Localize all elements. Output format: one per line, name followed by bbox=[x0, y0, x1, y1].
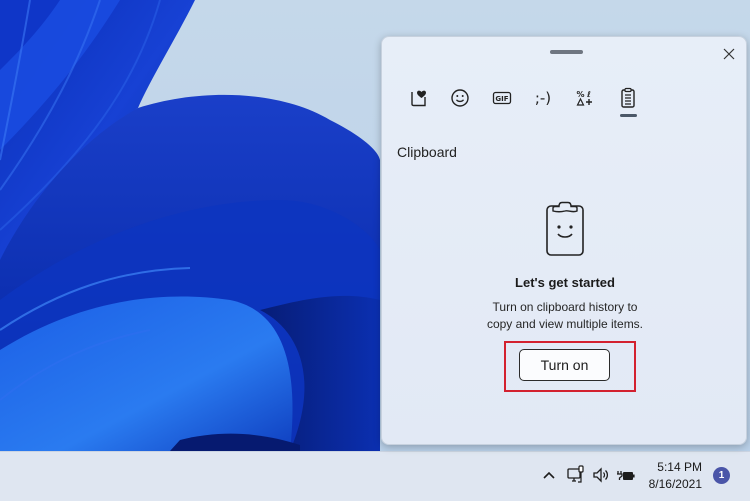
selected-tab-indicator bbox=[620, 114, 637, 117]
tab-emoji[interactable] bbox=[447, 85, 473, 111]
battery-button[interactable] bbox=[615, 464, 637, 486]
empty-state-heading: Let's get started bbox=[515, 275, 615, 290]
gif-icon: GIF bbox=[492, 91, 512, 105]
tab-symbols[interactable]: % ℓ bbox=[572, 85, 598, 111]
tab-kaomoji[interactable]: ;-) bbox=[530, 85, 556, 111]
close-icon bbox=[723, 48, 735, 60]
symbols-icon: % ℓ bbox=[576, 90, 592, 106]
svg-text:ℓ: ℓ bbox=[586, 90, 591, 99]
section-title: Clipboard bbox=[397, 144, 457, 160]
clipboard-smiley-icon bbox=[546, 201, 584, 256]
clock-date: 8/16/2021 bbox=[648, 477, 702, 491]
taskbar-clock[interactable]: 5:14 PM 8/16/2021 bbox=[648, 459, 702, 493]
chevron-up-icon bbox=[543, 471, 555, 479]
tab-gif[interactable]: GIF bbox=[489, 85, 515, 111]
taskbar bbox=[0, 451, 750, 501]
emoji-icon bbox=[451, 89, 469, 107]
clock-time: 5:14 PM bbox=[657, 460, 702, 474]
turn-on-button[interactable]: Turn on bbox=[519, 349, 610, 381]
svg-text:%: % bbox=[576, 90, 584, 99]
volume-icon bbox=[593, 467, 609, 483]
kaomoji-icon: ;-) bbox=[534, 89, 552, 107]
close-button[interactable] bbox=[718, 43, 740, 65]
network-button[interactable] bbox=[565, 464, 587, 486]
favorites-heart-icon bbox=[411, 90, 426, 107]
battery-charging-icon bbox=[617, 471, 635, 480]
tab-clipboard[interactable] bbox=[615, 85, 641, 111]
svg-text:GIF: GIF bbox=[495, 95, 508, 103]
panel-drag-handle[interactable] bbox=[550, 50, 583, 54]
notification-badge[interactable]: 1 bbox=[713, 467, 730, 484]
empty-state-description-line1: Turn on clipboard history to bbox=[492, 300, 638, 314]
network-icon bbox=[567, 465, 584, 483]
show-hidden-icons-button[interactable] bbox=[538, 464, 560, 486]
clipboard-panel: GIF ;-) % ℓ Clipboard Let's get started … bbox=[381, 36, 747, 445]
tab-recently-used[interactable] bbox=[406, 85, 432, 111]
clipboard-icon bbox=[621, 87, 635, 108]
empty-state-description-line2: copy and view multiple items. bbox=[486, 317, 644, 331]
empty-state-description: Turn on clipboard history to copy and vi… bbox=[382, 299, 748, 333]
volume-button[interactable] bbox=[590, 464, 612, 486]
